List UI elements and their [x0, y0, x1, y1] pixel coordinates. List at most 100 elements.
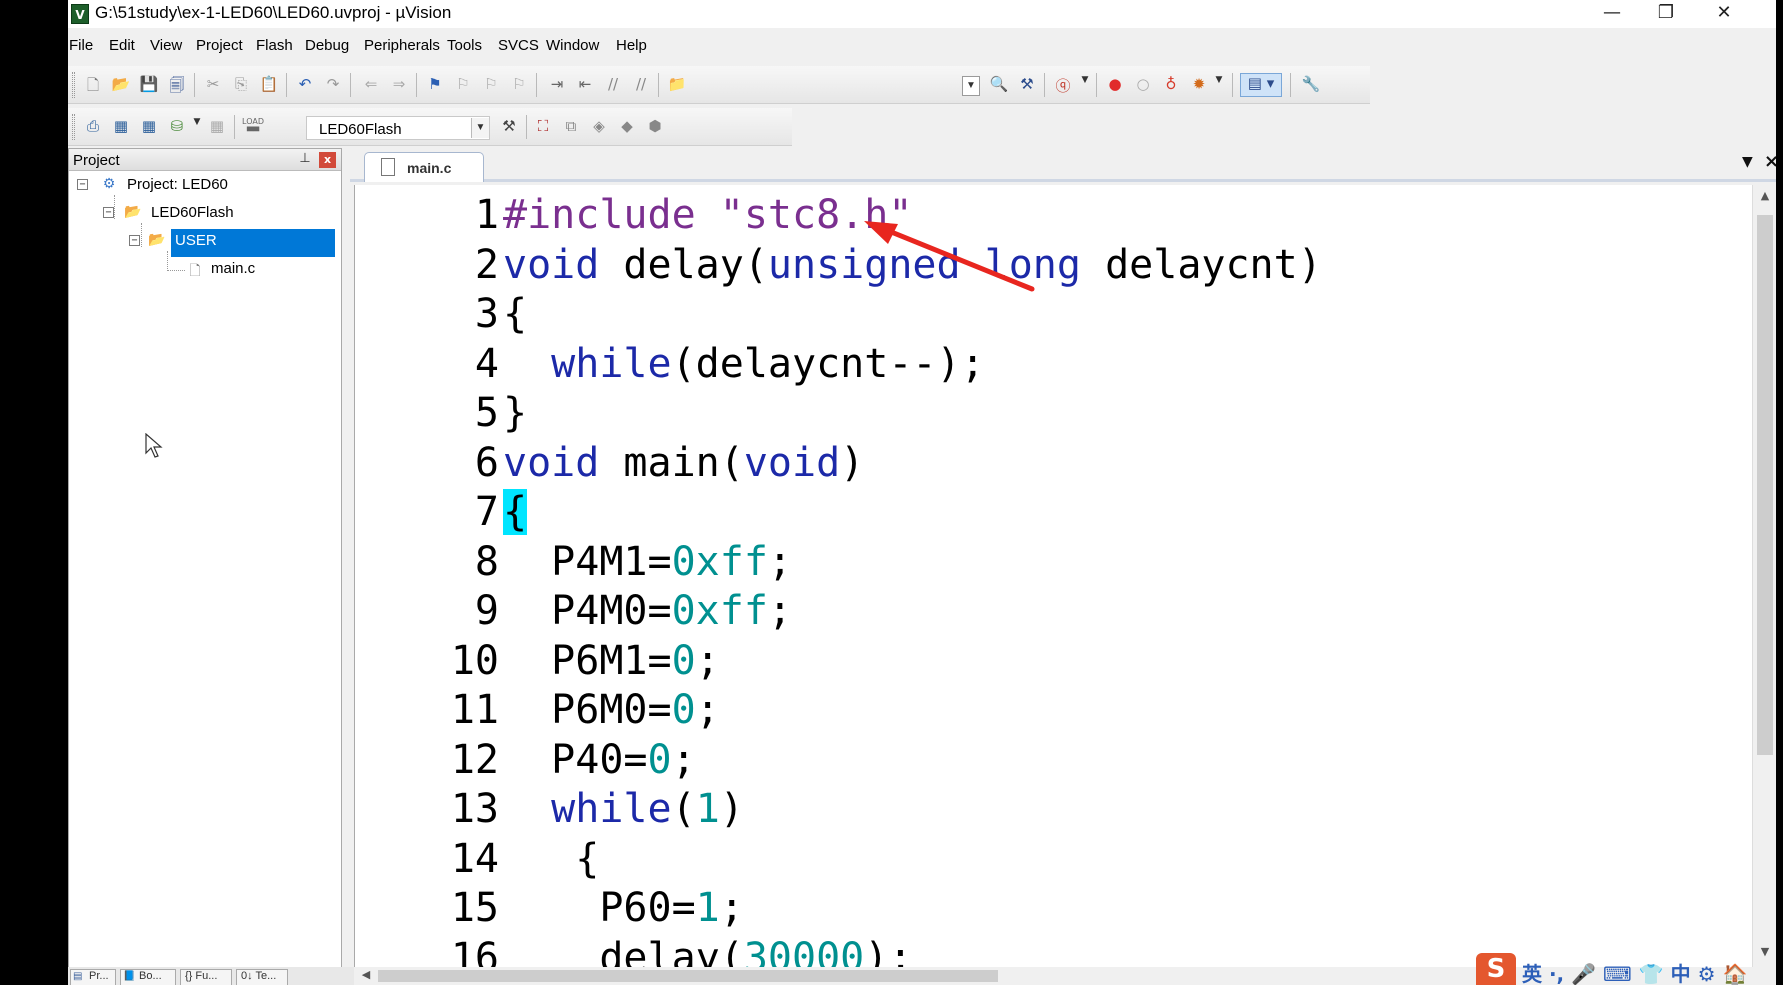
scroll-up-icon[interactable]: ▲ — [1757, 189, 1773, 205]
toolbar-grip[interactable] — [72, 114, 75, 140]
build-icon[interactable]: ▦ — [110, 117, 132, 137]
vertical-scrollbar[interactable]: ▲ ▼ — [1752, 185, 1776, 967]
next-bookmark-icon[interactable]: ⚐ — [480, 75, 502, 95]
debug-session-icon[interactable]: ⓠ — [1052, 75, 1074, 95]
menu-file[interactable]: File — [69, 37, 93, 54]
find-combo-dropdown[interactable]: ▼ — [962, 76, 980, 96]
pin-icon[interactable]: ⊥ — [297, 151, 313, 169]
configure-icon[interactable]: 🔧 — [1300, 75, 1322, 95]
comment-icon[interactable]: // — [602, 75, 624, 95]
toolbar-grip[interactable] — [72, 72, 75, 98]
code-line[interactable]: 11 P6M0=0; — [355, 685, 1752, 735]
code-line[interactable]: 2 void delay(unsigned long delaycnt) — [355, 240, 1752, 290]
tab-project[interactable]: ▤ Pr... — [70, 969, 116, 985]
paste-icon[interactable]: 📋 — [258, 75, 280, 95]
code-line[interactable]: 7{ — [355, 487, 1752, 537]
breakpoint-dropdown-icon[interactable]: ▼ — [1208, 75, 1230, 95]
scroll-down-icon[interactable]: ▼ — [1757, 945, 1773, 961]
open-file-icon[interactable]: 📂 — [110, 75, 132, 95]
stop-build-icon[interactable]: ▦ — [206, 117, 228, 137]
sogou-ime-icon[interactable]: S — [1476, 953, 1516, 985]
code-line[interactable]: 9 P4M0=0xff; — [355, 586, 1752, 636]
kill-all-breakpoints-icon[interactable]: ✹ — [1188, 75, 1210, 95]
code-line[interactable]: 12 P40=0; — [355, 735, 1752, 785]
code-editor[interactable]: 1 #include "stc8.h" 2 void delay(unsigned l… — [354, 185, 1752, 967]
scroll-left-icon[interactable]: ◀ — [358, 968, 374, 984]
clear-bookmarks-icon[interactable]: ⚐ — [508, 75, 530, 95]
target-select[interactable]: LED60Flash ▼ — [306, 116, 490, 140]
tab-main-c[interactable]: main.c — [364, 152, 484, 182]
pack-installer-icon[interactable]: ⬢ — [644, 117, 666, 137]
save-all-icon[interactable]: 🗐 — [166, 75, 188, 95]
collapse-toggle[interactable]: − — [103, 207, 114, 218]
collapse-toggle[interactable]: − — [77, 179, 88, 190]
code-line[interactable]: 4 while(delaycnt--); — [355, 339, 1752, 389]
horizontal-scroll-thumb[interactable] — [378, 970, 998, 982]
save-icon[interactable]: 💾 — [138, 75, 160, 95]
unindent-icon[interactable]: ⇤ — [574, 75, 596, 95]
tab-books[interactable]: 📘 Bo... — [120, 969, 176, 985]
menu-svcs[interactable]: SVCS — [498, 37, 539, 54]
menu-edit[interactable]: Edit — [109, 37, 135, 54]
manage-project-items-icon[interactable]: ⛶ — [532, 117, 554, 137]
menu-window[interactable]: Window — [546, 37, 599, 54]
previous-bookmark-icon[interactable]: ⚐ — [452, 75, 474, 95]
tree-node-target[interactable]: − 📂 LED60Flash — [103, 201, 333, 225]
disable-all-breakpoints-icon[interactable]: ♁ — [1160, 75, 1182, 95]
select-packs-icon[interactable]: ⧉ — [560, 117, 582, 137]
code-line[interactable]: 8 P4M1=0xff; — [355, 537, 1752, 587]
menu-help[interactable]: Help — [616, 37, 647, 54]
tree-node-file[interactable]: 🗋 main.c — [185, 257, 335, 281]
load-icon[interactable]: LOAD ▀▀ — [240, 117, 266, 137]
new-file-icon[interactable]: 🗋 — [82, 75, 104, 95]
find-icon[interactable]: 🔍 — [988, 75, 1010, 95]
panel-close-button[interactable]: x — [319, 152, 336, 168]
cut-icon[interactable]: ✂ — [202, 75, 224, 95]
translate-icon[interactable]: ⎙ — [82, 117, 104, 137]
minimize-button[interactable]: — — [1586, 0, 1638, 28]
chevron-down-icon[interactable]: ▼ — [471, 118, 489, 138]
redo-icon[interactable]: ↷ — [322, 75, 344, 95]
close-button[interactable]: ✕ — [1698, 0, 1750, 28]
menu-tools[interactable]: Tools — [447, 37, 482, 54]
tab-functions[interactable]: {} Fu... — [180, 969, 232, 985]
code-line[interactable]: 13 while(1) — [355, 784, 1752, 834]
code-line[interactable]: 14 { — [355, 834, 1752, 884]
code-line[interactable]: 5} — [355, 388, 1752, 438]
copy-icon[interactable]: ⎘ — [230, 75, 252, 95]
debug-dropdown-icon[interactable]: ▼ — [1074, 75, 1096, 95]
select-software-packs-icon[interactable]: ◆ — [616, 117, 638, 137]
manage-rte-icon[interactable]: ◈ — [588, 117, 610, 137]
tree-node-group[interactable]: − 📂 USER — [129, 229, 339, 257]
vertical-scroll-thumb[interactable] — [1757, 215, 1773, 755]
uncomment-icon[interactable]: // — [630, 75, 652, 95]
target-options-icon[interactable]: ⚒ — [498, 117, 520, 137]
navigate-forward-icon[interactable]: ⇒ — [388, 75, 410, 95]
insert-bookmark-icon[interactable]: ⚑ — [424, 75, 446, 95]
menu-project[interactable]: Project — [196, 37, 243, 54]
menu-peripherals[interactable]: Peripherals — [364, 37, 440, 54]
find-in-files-icon[interactable]: 📁 — [666, 75, 688, 95]
navigate-back-icon[interactable]: ⇐ — [360, 75, 382, 95]
indent-icon[interactable]: ⇥ — [546, 75, 568, 95]
code-line[interactable]: 1 #include "stc8.h" — [355, 190, 1752, 240]
rebuild-icon[interactable]: ▦ — [138, 117, 160, 137]
enable-breakpoint-icon[interactable]: ○ — [1132, 75, 1154, 95]
ime-status-bar[interactable]: 英 ·, 🎤 ⌨ 👕 中 ⚙ 🏠 — [1522, 958, 1747, 985]
code-line[interactable]: 6 void main(void) — [355, 438, 1752, 488]
batch-build-icon[interactable]: ⛁ — [166, 117, 188, 137]
tab-templates[interactable]: 0↓ Te... — [236, 969, 288, 985]
code-line[interactable]: 10 P6M1=0; — [355, 636, 1752, 686]
restore-button[interactable]: ❐ — [1640, 0, 1692, 28]
code-line[interactable]: 3{ — [355, 289, 1752, 339]
collapse-toggle[interactable]: − — [129, 235, 140, 246]
window-layout-icon[interactable]: ▤ ▾ — [1240, 73, 1282, 97]
undo-icon[interactable]: ↶ — [294, 75, 316, 95]
menu-debug[interactable]: Debug — [305, 37, 349, 54]
menu-view[interactable]: View — [150, 37, 182, 54]
menu-flash[interactable]: Flash — [256, 37, 293, 54]
code-line[interactable]: 15 P60=1; — [355, 883, 1752, 933]
insert-breakpoint-icon[interactable]: ● — [1104, 75, 1126, 95]
tree-node-project[interactable]: − ⚙ Project: LED60 — [77, 173, 337, 197]
close-editor-icon[interactable]: × — [1764, 151, 1776, 172]
